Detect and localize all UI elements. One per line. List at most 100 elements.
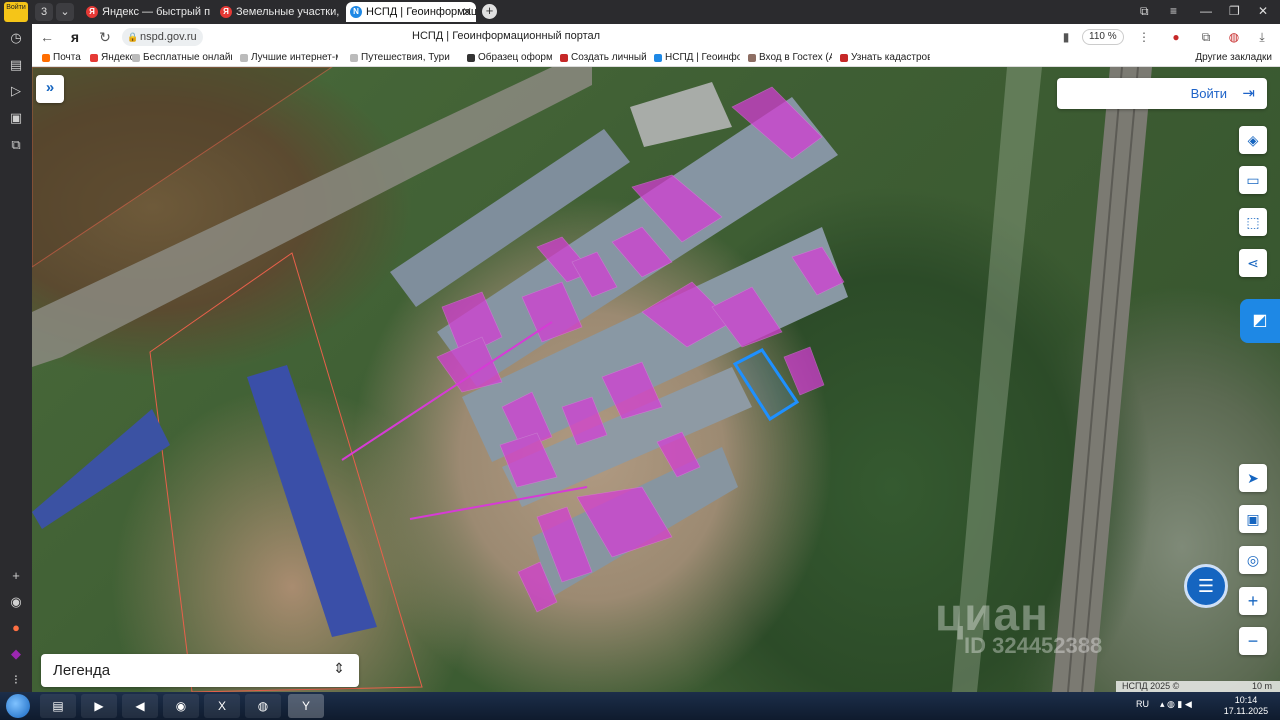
bookmark-item[interactable]: Путешествия, Туриз xyxy=(350,52,450,63)
back-icon[interactable]: ← xyxy=(38,28,56,46)
tab-strip: 3 ⌄ Я Яндекс — быстрый поиск Я Земельные… xyxy=(32,0,1280,24)
minimap-icon[interactable]: ▣ xyxy=(1239,505,1267,533)
building-blue-roof xyxy=(32,409,170,529)
protect-icon[interactable]: ◍ xyxy=(1226,29,1242,45)
bookmark-item[interactable]: Образец оформл xyxy=(467,52,552,63)
downloads-icon[interactable]: ⤓ xyxy=(1254,29,1270,45)
login-label[interactable]: Войти xyxy=(1191,86,1227,101)
alice-icon[interactable]: ◉ xyxy=(8,594,24,610)
bookmarks-bar: Почта Яндекс Бесплатные онлайн Лучшие ин… xyxy=(32,50,1280,67)
assistant-icon[interactable]: ◆ xyxy=(8,646,24,662)
yandex-home-icon[interactable]: я xyxy=(66,28,84,46)
building-blue-roof xyxy=(247,365,377,637)
video-icon[interactable]: ▷ xyxy=(8,83,24,99)
zoom-out-button[interactable]: − xyxy=(1239,627,1267,655)
tab-land-plots[interactable]: Я Земельные участки, своб xyxy=(216,2,340,22)
legend-label: Легенда xyxy=(53,662,111,679)
scale-label: 10 m xyxy=(1251,681,1272,691)
map-attribution: НСПД 2025 © 10 m xyxy=(1116,681,1280,692)
share-icon[interactable]: ⋖ xyxy=(1239,249,1267,277)
locate-icon[interactable]: ◎ xyxy=(1239,546,1267,574)
bookmark-item[interactable]: Вход в Гостех (Ау xyxy=(748,52,832,63)
clock-time: 10:14 xyxy=(1234,695,1258,705)
services-panel-tab[interactable]: ◩ xyxy=(1240,299,1280,343)
tab-yandex-search[interactable]: Я Яндекс — быстрый поиск xyxy=(82,2,210,22)
address-bar: ← я ↻ 🔒 nspd.gov.ru НСПД | Геоинформацио… xyxy=(32,24,1280,50)
more-apps-icon[interactable]: ⁝ xyxy=(8,672,24,688)
chevron-updown-icon[interactable]: ⇕ xyxy=(333,660,345,677)
tab-counter-icon[interactable]: ▣ xyxy=(8,110,24,126)
excel-icon[interactable]: X xyxy=(204,694,240,718)
add-panel-icon[interactable]: + xyxy=(8,568,24,584)
bookmark-item[interactable]: Узнать кадастров xyxy=(840,52,930,63)
parcel xyxy=(783,346,825,396)
yandex-favicon-icon: Я xyxy=(220,6,232,18)
bookmark-item[interactable]: Бесплатные онлайн xyxy=(132,52,232,63)
yandex-favicon-icon: Я xyxy=(86,6,98,18)
menu-icon[interactable]: ≡ xyxy=(1170,4,1177,18)
collections-icon[interactable]: ▤ xyxy=(8,57,24,73)
map-canvas[interactable]: » Войти ⇥ ◈ ▭ ⬚ ⋖ ◩ ➤ ▣ ◎ + − ☰ циан ID … xyxy=(32,67,1280,692)
watermark-id: ID 324452388 xyxy=(964,633,1103,658)
other-bookmarks[interactable]: Другие закладки xyxy=(1195,52,1272,63)
layers-icon[interactable]: ◈ xyxy=(1239,126,1267,154)
more-options-icon[interactable]: ⋮ xyxy=(1136,29,1152,45)
browser-sidebar: Войти ◷ ▤ ▷ ▣ ⧉ + ◉ ● ◆ ⁝ xyxy=(0,0,32,692)
language-indicator[interactable]: RU xyxy=(1136,699,1149,709)
tab-title: Земельные участки, своб xyxy=(236,6,340,18)
screenshot-icon[interactable]: ⧉ xyxy=(8,137,24,153)
url-field[interactable]: 🔒 nspd.gov.ru xyxy=(122,28,203,46)
nspd-favicon-icon: N xyxy=(350,6,362,18)
close-tab-icon[interactable]: ✕ xyxy=(462,2,472,22)
new-tab-button[interactable]: + xyxy=(482,4,497,19)
clock-date: 17.11.2025 xyxy=(1223,706,1269,716)
history-icon[interactable]: ◷ xyxy=(8,30,24,46)
media-player-icon[interactable]: ▶ xyxy=(81,694,117,718)
explorer-icon[interactable]: ▤ xyxy=(40,694,76,718)
reload-icon[interactable]: ↻ xyxy=(96,28,114,46)
garage-row xyxy=(630,82,732,147)
yandex-browser-icon[interactable]: Y xyxy=(288,694,324,718)
volume-app-icon[interactable]: ◀ xyxy=(122,694,158,718)
bookmark-item[interactable]: Лучшие интернет-м xyxy=(240,52,338,63)
tab-title: Яндекс — быстрый поиск xyxy=(102,6,210,18)
bookmark-item[interactable]: Почта xyxy=(42,52,81,63)
start-button[interactable] xyxy=(6,694,30,718)
music-icon[interactable]: ● xyxy=(8,620,24,636)
tray-icons[interactable]: ▴ ◍ ▮ ◀ xyxy=(1160,699,1192,710)
bookmarks-panel-icon[interactable]: ⧉ xyxy=(1198,29,1214,45)
legend-dropdown[interactable]: Легенда ⇕ xyxy=(41,654,359,687)
profile-login-badge[interactable]: Войти xyxy=(4,2,28,22)
ruler-icon[interactable]: ▭ xyxy=(1239,166,1267,194)
select-area-icon[interactable]: ⬚ xyxy=(1239,208,1267,236)
tab-count-button[interactable]: 3 xyxy=(35,3,53,21)
login-panel[interactable]: Войти ⇥ xyxy=(1057,78,1267,109)
tab-list-chevron-icon[interactable]: ⌄ xyxy=(56,3,74,21)
zoom-indicator[interactable]: 110 % xyxy=(1082,29,1124,45)
page-title: НСПД | Геоинформационный портал xyxy=(412,30,601,42)
extension-icon[interactable]: ● xyxy=(1168,29,1184,45)
close-window-icon[interactable]: ✕ xyxy=(1258,4,1268,18)
browser-app-icon[interactable]: ◍ xyxy=(245,694,281,718)
satellite-map-layer xyxy=(32,67,1152,692)
tab-nspd[interactable]: N НСПД | Геоинформаци ✕ xyxy=(346,2,476,22)
zoom-in-button[interactable]: + xyxy=(1239,587,1267,615)
bookmark-icon[interactable]: ▮ xyxy=(1058,29,1074,45)
collections-window-icon[interactable]: ⧉ xyxy=(1140,4,1149,19)
restore-icon[interactable]: ❐ xyxy=(1229,4,1240,18)
railway-strip xyxy=(1052,67,1152,692)
bookmark-item[interactable]: Создать личный xyxy=(560,52,646,63)
chrome-icon[interactable]: ◉ xyxy=(163,694,199,718)
tab-title: НСПД | Геоинформаци xyxy=(366,6,476,18)
chat-support-button[interactable]: ☰ xyxy=(1184,564,1228,608)
lock-icon: 🔒 xyxy=(127,32,139,42)
bookmark-item[interactable]: Яндекс xyxy=(90,52,135,63)
url-text: nspd.gov.ru xyxy=(140,31,197,43)
expand-panel-button[interactable]: » xyxy=(36,75,64,103)
taskbar: ▤ ▶ ◀ ◉ X ◍ Y RU ▴ ◍ ▮ ◀ 10:14 17.11.202… xyxy=(0,692,1280,720)
minimize-icon[interactable]: — xyxy=(1200,4,1212,18)
login-arrow-icon[interactable]: ⇥ xyxy=(1242,84,1255,102)
bookmark-item[interactable]: НСПД | Геоинфор xyxy=(654,52,740,63)
clock[interactable]: 10:14 17.11.2025 xyxy=(1222,695,1270,717)
navigate-icon[interactable]: ➤ xyxy=(1239,464,1267,492)
